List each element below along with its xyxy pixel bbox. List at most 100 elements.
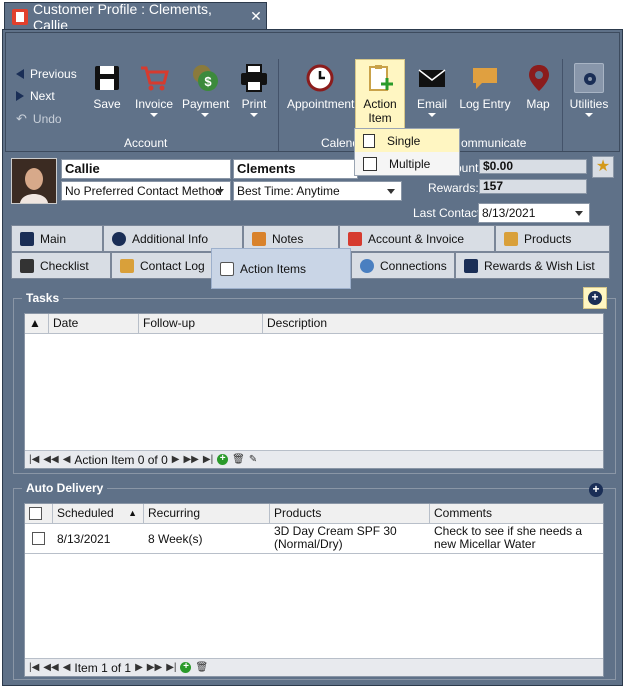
tab-contact-log-label: Contact Log	[140, 258, 205, 273]
email-button[interactable]: Email	[416, 63, 448, 117]
next-page-icon[interactable]: ▶▶	[147, 662, 162, 673]
next-icon[interactable]: ▶	[135, 662, 143, 673]
col-scheduled[interactable]: Scheduled ▲	[53, 504, 144, 524]
col-follow-up[interactable]: Follow-up	[139, 314, 263, 334]
row-checkbox[interactable]	[32, 532, 45, 545]
map-button[interactable]: Map	[524, 63, 552, 111]
info-icon	[112, 231, 126, 246]
col-comments[interactable]: Comments	[430, 504, 603, 524]
title-bar: Customer Profile : Clements, Callie ✕	[0, 0, 625, 33]
tab-additional-info-label: Additional Info	[132, 231, 209, 246]
map-label: Map	[526, 97, 550, 111]
tab-action-items-label: Action Items	[240, 261, 307, 276]
add-auto-delivery-button[interactable]: +	[589, 483, 603, 497]
last-page-icon[interactable]: ▶|	[203, 454, 213, 465]
auto-delivery-pager-text: Item 1 of 1	[74, 660, 132, 675]
first-page-icon[interactable]: |◀	[29, 662, 39, 673]
first-name-field[interactable]: Callie	[61, 159, 231, 179]
log-entry-button[interactable]: Log Entry	[459, 63, 511, 111]
prev-page-icon[interactable]: ◀◀	[43, 662, 58, 673]
tab-products-label: Products	[524, 231, 572, 246]
add-icon: +	[589, 483, 603, 497]
add-record-icon[interactable]: +	[180, 662, 192, 673]
add-record-icon[interactable]: +	[217, 454, 229, 465]
select-all-checkbox[interactable]	[29, 507, 42, 520]
tab-action-items[interactable]: Action Items	[211, 248, 351, 289]
first-page-icon[interactable]: |◀	[29, 454, 39, 465]
invoice-label: Invoice	[134, 97, 174, 111]
next-icon[interactable]: ▶	[172, 454, 180, 465]
tab-connections[interactable]: Connections	[351, 252, 455, 279]
last-page-icon[interactable]: ▶|	[166, 662, 176, 673]
log-entry-label: Log Entry	[459, 97, 511, 111]
tab-account-invoice[interactable]: Account & Invoice	[339, 225, 495, 252]
save-label: Save	[93, 97, 121, 111]
next-button[interactable]: Next	[16, 89, 55, 103]
add-task-button[interactable]: +	[583, 287, 607, 309]
connections-icon	[360, 258, 374, 273]
save-button[interactable]: Save	[92, 63, 122, 111]
prev-icon[interactable]: ◀	[63, 662, 71, 673]
undo-button[interactable]: ↶ Undo	[16, 111, 62, 127]
appointment-button[interactable]: Appointment	[287, 63, 355, 111]
print-button[interactable]: Print	[238, 63, 270, 117]
payment-button[interactable]: $ Payment	[182, 63, 229, 117]
select-all-cell	[25, 504, 53, 524]
next-page-icon[interactable]: ▶▶	[183, 454, 198, 465]
tab-rewards-wish-list[interactable]: Rewards & Wish List	[455, 252, 610, 279]
tasks-grid: ▲ Date Follow-up Description |◀ ◀◀ ◀ Act…	[24, 313, 604, 469]
last-name-field[interactable]: Clements	[233, 159, 358, 179]
delete-icon[interactable]: 🗑	[232, 454, 245, 465]
action-item-label-line2: Item	[368, 111, 392, 125]
utilities-button[interactable]: Utilities	[568, 63, 610, 117]
document-tab[interactable]: Customer Profile : Clements, Callie ✕	[4, 1, 267, 33]
menu-item-single[interactable]: Single	[355, 129, 459, 152]
col-recurring[interactable]: Recurring	[144, 504, 270, 524]
tab-products[interactable]: Products	[495, 225, 610, 252]
log-entry-icon	[470, 63, 500, 93]
action-item-button[interactable]: Action Item	[355, 59, 405, 129]
folder-icon	[504, 231, 518, 246]
invoice-dropdown-arrow	[150, 113, 158, 117]
print-label: Print	[241, 97, 267, 111]
tab-main-label: Main	[40, 231, 67, 246]
favorite-star-icon[interactable]: ★	[592, 156, 614, 178]
best-time-select[interactable]: Best Time: Anytime	[233, 181, 402, 201]
account-balance: $0.00	[479, 159, 587, 174]
ribbon-separator	[562, 59, 563, 151]
next-arrow-icon	[16, 91, 24, 101]
payment-dropdown-arrow	[201, 113, 209, 117]
tab-account-invoice-label: Account & Invoice	[368, 231, 465, 246]
prev-icon[interactable]: ◀	[63, 454, 71, 465]
sort-icon[interactable]: ▲	[25, 314, 49, 334]
multiple-label: Multiple	[389, 156, 431, 171]
tab-connections-label: Connections	[380, 258, 447, 273]
previous-button[interactable]: Previous	[16, 67, 77, 81]
gift-icon	[464, 258, 478, 273]
close-icon[interactable]: ✕	[246, 8, 266, 25]
group-label-communicate: ommunicate	[461, 136, 527, 150]
tab-main[interactable]: Main	[11, 225, 103, 252]
tab-checklist[interactable]: Checklist	[11, 252, 111, 279]
invoice-button[interactable]: Invoice	[134, 63, 174, 117]
action-item-label-line1: Action	[363, 97, 397, 111]
tab-rewards-wish-list-label: Rewards & Wish List	[484, 258, 595, 273]
main-icon	[20, 231, 34, 246]
edit-icon[interactable]: ✎	[249, 454, 257, 465]
col-description[interactable]: Description	[263, 314, 603, 334]
appointment-label: Appointment	[287, 97, 355, 111]
folder-icon	[120, 258, 134, 273]
col-date[interactable]: Date	[49, 314, 139, 334]
delete-icon[interactable]: 🗑	[195, 662, 208, 673]
last-contact-date[interactable]: 8/13/2021	[478, 203, 590, 223]
tab-contact-log[interactable]: Contact Log	[111, 252, 223, 279]
table-row[interactable]: 8/13/2021 8 Week(s) 3D Day Cream SPF 30 …	[25, 524, 603, 554]
menu-item-multiple[interactable]: Multiple	[355, 152, 459, 175]
prev-page-icon[interactable]: ◀◀	[43, 454, 58, 465]
clock-icon	[305, 63, 335, 93]
contact-method-select[interactable]: No Preferred Contact Method	[61, 181, 231, 201]
col-products[interactable]: Products	[270, 504, 430, 524]
printer-icon	[239, 63, 269, 93]
auto-delivery-panel: Auto Delivery + Scheduled ▲ Recurring Pr…	[13, 481, 616, 680]
auto-delivery-title: Auto Delivery	[22, 481, 108, 495]
